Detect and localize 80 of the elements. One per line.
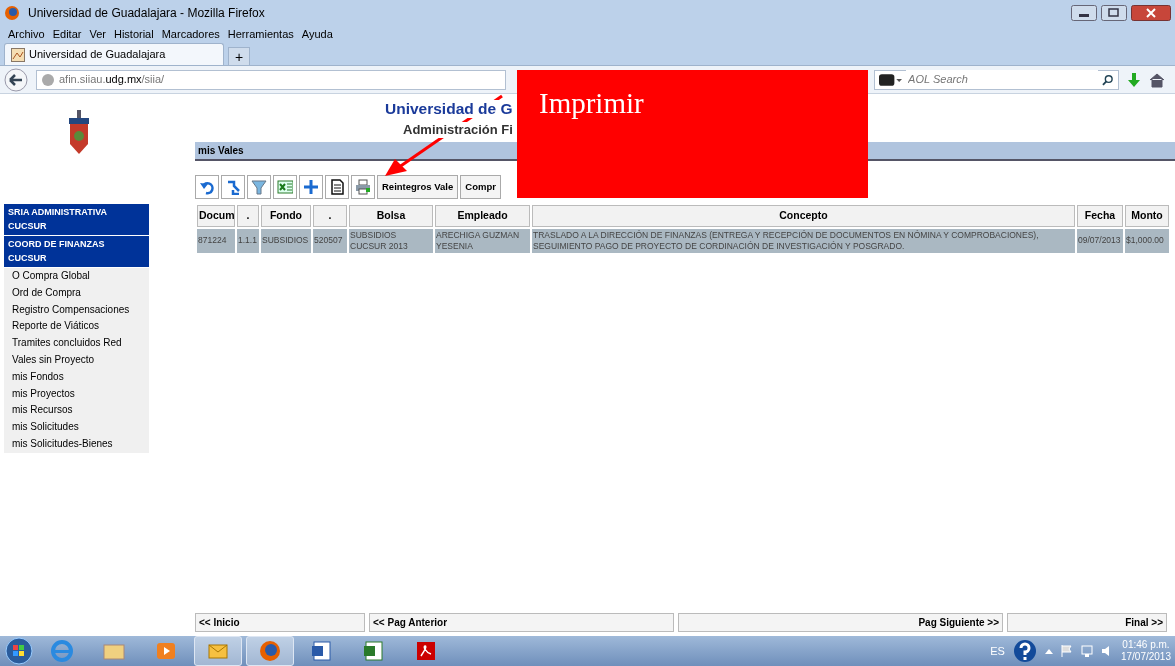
funnel-icon: [251, 179, 267, 195]
pdf-icon: [414, 639, 438, 663]
table-cell: SUBSIDIOS CUCSUR 2013: [349, 228, 433, 253]
close-icon: [1131, 5, 1171, 21]
document-button[interactable]: [325, 175, 349, 199]
menu-item[interactable]: Editar: [52, 25, 82, 43]
menu-item[interactable]: Herramientas: [227, 25, 294, 43]
undo-button[interactable]: [195, 175, 219, 199]
taskbar-app[interactable]: [246, 636, 294, 666]
window-title: Universidad de Guadalajara - Mozilla Firefox: [28, 5, 265, 22]
pagination-link[interactable]: Final >>: [1007, 613, 1167, 632]
search-icon: [1102, 73, 1114, 86]
table-cell: 09/07/2013: [1077, 228, 1123, 253]
column-header[interactable]: Fondo: [261, 205, 311, 227]
undo-icon: [199, 179, 215, 195]
minimize-icon: [1071, 5, 1097, 21]
network-icon: [1080, 645, 1093, 657]
table-cell: 1.1.1: [237, 228, 259, 253]
help-icon: [1012, 639, 1037, 663]
flag-icon: [1060, 645, 1073, 657]
firefox-icon: [258, 639, 282, 663]
sidebar-item[interactable]: mis Recursos: [4, 402, 149, 420]
column-header[interactable]: .: [237, 205, 259, 227]
excel-button[interactable]: [273, 175, 297, 199]
spreadsheet-icon: [277, 179, 293, 195]
menu-item[interactable]: Ver: [89, 25, 106, 43]
print-button[interactable]: [351, 175, 375, 199]
sidebar-item[interactable]: Tramites concluidos Red: [4, 335, 149, 352]
menu-item[interactable]: Historial: [113, 25, 154, 43]
search-field[interactable]: AOL Search: [874, 69, 1119, 90]
menu-item[interactable]: Ayuda: [301, 25, 333, 43]
refresh-button[interactable]: [221, 175, 245, 199]
pagination-link[interactable]: Pag Siguiente >>: [678, 613, 1003, 632]
menu-item[interactable]: Archivo: [8, 25, 45, 43]
table-cell: $1,000.00: [1125, 228, 1169, 253]
firefox-icon: [4, 5, 20, 21]
restore-icon: [1101, 5, 1127, 21]
plus-icon: [303, 179, 319, 195]
pagination-link[interactable]: << Pag Anterior: [369, 613, 674, 632]
table-cell: SUBSIDIOS: [261, 228, 311, 253]
sidebar-item[interactable]: O Compra Global: [4, 268, 149, 285]
page-title: Universidad de G: [385, 100, 513, 118]
column-header[interactable]: Monto: [1125, 205, 1169, 227]
annotation-label: Imprimir: [517, 70, 868, 198]
column-header[interactable]: Empleado: [435, 205, 530, 227]
tray-arrow-icon: [1044, 648, 1053, 654]
document-icon: [329, 179, 345, 195]
sidebar-item[interactable]: mis Solicitudes: [4, 419, 149, 436]
column-header[interactable]: Concepto: [532, 205, 1075, 227]
spreadsheet-icon: [362, 639, 386, 663]
pagination-link[interactable]: << Inicio: [195, 613, 365, 632]
printer-icon: [355, 179, 371, 195]
add-button[interactable]: [299, 175, 323, 199]
address-bar[interactable]: afin.siiau.udg.mx/siia/: [36, 69, 506, 90]
menu-item[interactable]: Marcadores: [161, 25, 220, 43]
page-subtitle: Administración Fi: [403, 122, 513, 138]
browser-icon: [50, 639, 74, 663]
page-icon: [11, 47, 25, 62]
start-orb-icon: [4, 636, 34, 666]
column-header[interactable]: Docum: [197, 205, 235, 227]
url-text: afin.siiau.udg.mx/siia/: [59, 72, 165, 88]
table-cell: ARECHIGA GUZMAN YESENIA: [435, 228, 530, 253]
toolbar-button[interactable]: Reintegros Vale: [377, 175, 459, 199]
column-header[interactable]: Bolsa: [349, 205, 433, 227]
column-header[interactable]: Fecha: [1077, 205, 1123, 227]
toolbar-button[interactable]: Compr: [460, 175, 501, 199]
tab-label: Universidad de Guadalajara: [29, 47, 166, 63]
word-document-icon: [310, 639, 334, 663]
new-tab-button[interactable]: +: [228, 47, 250, 65]
table-cell: TRASLADO A LA DIRECCIÓN DE FINANZAS (ENTREGA Y RECEPCIÓN DE DOCUMENTOS EN NÓMINA Y COMPROBACIONES), SEGUIMIENTO PAGO DE PROYECTO DE CORDINACIÓN DE INVESTIGACIÓN Y POSGRADO.: [532, 228, 1075, 253]
column-header[interactable]: .: [313, 205, 347, 227]
home-icon: [1149, 71, 1165, 88]
sidebar-item[interactable]: Reporte de Viáticos: [4, 318, 149, 336]
sidebar-header[interactable]: COORD DE FINANZAS CUCSUR: [4, 236, 149, 268]
sidebar-header[interactable]: SRIA ADMINISTRATIVA CUCSUR: [4, 204, 149, 236]
browser-tab[interactable]: Universidad de Guadalajara: [4, 43, 224, 65]
filter-button[interactable]: [247, 175, 271, 199]
download-arrow-icon: [1127, 71, 1141, 88]
table-cell: 520507: [313, 228, 347, 253]
table-cell: 871224: [197, 228, 235, 253]
